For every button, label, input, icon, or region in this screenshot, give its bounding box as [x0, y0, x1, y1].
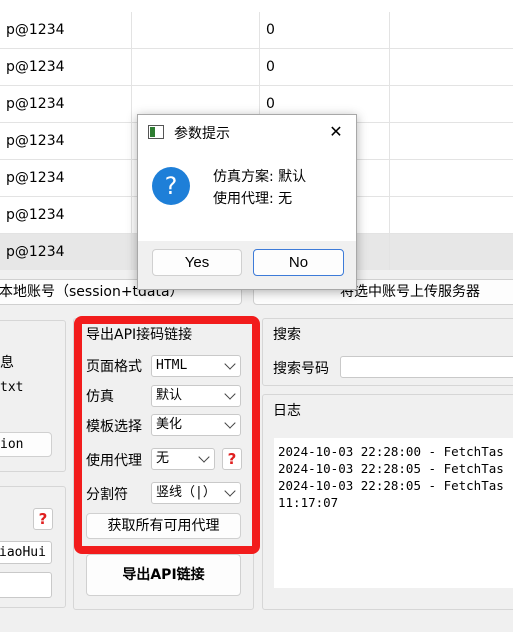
parameter-dialog: 参数提示 ✕ ? 仿真方案: 默认 使用代理: 无 Yes No: [137, 114, 357, 290]
left-text-field[interactable]: iaoHui: [0, 541, 52, 564]
yes-button[interactable]: Yes: [152, 249, 242, 276]
session-button[interactable]: ion: [0, 432, 52, 457]
table-cell[interactable]: [390, 197, 513, 234]
no-button[interactable]: No: [253, 249, 344, 276]
separator-label: 分割符: [86, 487, 128, 503]
table-cell[interactable]: [132, 12, 260, 49]
table-cell[interactable]: p@1234: [0, 49, 132, 86]
table-cell[interactable]: p@1234: [0, 86, 132, 123]
get-all-proxies-button[interactable]: 获取所有可用代理: [86, 513, 241, 539]
simulation-value: 默认: [156, 388, 183, 403]
info-question-icon: ?: [152, 167, 190, 205]
export-groupbox-title: 导出API接码链接: [86, 327, 193, 343]
dialog-line-simulation: 仿真方案: 默认: [213, 169, 307, 185]
dialog-line-proxy: 使用代理: 无: [213, 191, 293, 207]
table-cell[interactable]: p@1234: [0, 197, 132, 234]
page-format-select[interactable]: HTML: [151, 355, 241, 377]
table-cell[interactable]: [390, 12, 513, 49]
table-cell[interactable]: p@1234: [0, 234, 132, 270]
proxy-select[interactable]: 无: [151, 448, 215, 470]
chevron-down-icon: [224, 485, 236, 497]
page-format-label: 页面格式: [86, 359, 142, 375]
left-txt-label: txt: [0, 380, 24, 395]
left-info-label: 息: [0, 355, 14, 371]
simulation-label: 仿真: [86, 389, 114, 405]
chevron-down-icon: [198, 451, 210, 463]
close-icon[interactable]: ✕: [324, 120, 348, 144]
chevron-down-icon: [224, 358, 236, 370]
template-label: 模板选择: [86, 419, 142, 435]
table-row[interactable]: p@1234 0: [0, 49, 513, 86]
help-icon[interactable]: ?: [33, 508, 53, 530]
table-cell[interactable]: [132, 49, 260, 86]
left-empty-field[interactable]: [0, 572, 52, 598]
proxy-help-icon[interactable]: ?: [222, 448, 242, 470]
table-cell[interactable]: [390, 49, 513, 86]
table-cell[interactable]: [390, 234, 513, 270]
template-select[interactable]: 美化: [151, 414, 241, 436]
export-api-links-button[interactable]: 导出API链接: [86, 554, 241, 596]
proxy-label: 使用代理: [86, 453, 142, 469]
proxy-value: 无: [156, 451, 170, 466]
search-title: 搜索: [273, 327, 301, 343]
table-cell[interactable]: p@1234: [0, 12, 132, 49]
table-cell[interactable]: 0: [260, 12, 390, 49]
page-format-value: HTML: [156, 358, 188, 373]
simulation-select[interactable]: 默认: [151, 385, 241, 407]
table-cell[interactable]: [390, 86, 513, 123]
table-cell[interactable]: p@1234: [0, 123, 132, 160]
table-cell[interactable]: [390, 123, 513, 160]
log-title: 日志: [273, 403, 301, 419]
table-cell[interactable]: [390, 160, 513, 197]
separator-select[interactable]: 竖线（|）: [151, 482, 241, 504]
chevron-down-icon: [224, 388, 236, 400]
window-app-icon: [148, 125, 164, 139]
search-number-label: 搜索号码: [273, 361, 329, 377]
table-cell[interactable]: 0: [260, 49, 390, 86]
table-cell[interactable]: p@1234: [0, 160, 132, 197]
dialog-title: 参数提示: [174, 126, 230, 142]
search-number-input[interactable]: [340, 356, 513, 378]
table-row[interactable]: p@1234 0: [0, 12, 513, 49]
separator-value: 竖线（|）: [156, 485, 216, 500]
log-output[interactable]: 2024-10-03 22:28:00 - FetchTas 2024-10-0…: [274, 438, 513, 588]
template-value: 美化: [156, 417, 183, 432]
chevron-down-icon: [224, 417, 236, 429]
